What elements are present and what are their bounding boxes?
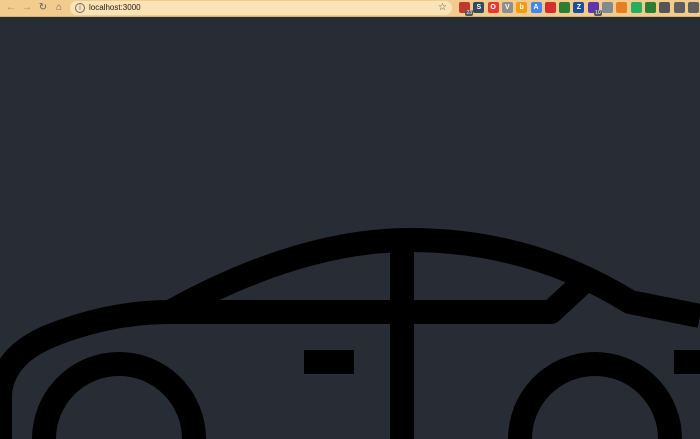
car-front-light	[674, 350, 700, 374]
reload-icon[interactable]: ↻	[36, 1, 50, 15]
browser-toolbar: ← → ↻ ⌂ i localhost:3000 ☆ 23 S O Vb A Z 10	[0, 0, 700, 17]
url-text[interactable]: localhost:3000	[89, 2, 141, 14]
v-extension-glyph: V	[505, 4, 510, 11]
map-pin-extension-icon[interactable]	[644, 2, 656, 13]
info-icon[interactable]: i	[75, 3, 85, 13]
z-extension-icon[interactable]: Z	[573, 2, 585, 13]
pinwheel-extension-icon[interactable]	[616, 2, 628, 13]
car-outline-icon	[0, 228, 700, 439]
s-extension-icon[interactable]: S	[473, 2, 485, 13]
calendar-extension-icon[interactable]: 23	[459, 2, 473, 16]
box-extension-icon[interactable]	[659, 2, 671, 13]
address-bar[interactable]: i localhost:3000 ☆	[70, 1, 452, 15]
opera-extension-icon[interactable]: O	[487, 2, 499, 13]
translate-extension-icon[interactable]: A	[530, 2, 542, 13]
image-extension-icon[interactable]	[630, 2, 642, 13]
grid-extension-icon[interactable]	[559, 2, 571, 13]
hat-extension-icon[interactable]: 10	[587, 2, 602, 16]
sparkle-extension-icon[interactable]	[602, 2, 613, 13]
b-extension-glyph: b	[519, 4, 524, 11]
opera-extension-glyph: O	[490, 4, 496, 11]
extension-badge: 23	[465, 10, 473, 16]
back-icon[interactable]: ←	[4, 1, 18, 15]
page-content	[0, 17, 700, 439]
red-square-extension-icon[interactable]	[544, 2, 556, 13]
menu-extension-icon[interactable]	[687, 2, 699, 13]
car-body-line	[0, 228, 700, 439]
bookmark-star-icon[interactable]: ☆	[438, 2, 447, 14]
home-icon[interactable]: ⌂	[52, 1, 66, 15]
s-extension-glyph: S	[476, 4, 482, 11]
forward-icon[interactable]: →	[20, 1, 34, 15]
car-door-handle	[304, 350, 354, 374]
puzzle-extension-icon[interactable]	[673, 2, 685, 13]
b-extension-icon[interactable]: b	[516, 2, 528, 13]
v-extension-icon[interactable]: V	[501, 2, 513, 13]
car-rear-wheel	[32, 352, 206, 439]
translate-extension-glyph: A	[533, 4, 539, 11]
z-extension-glyph: Z	[576, 4, 582, 11]
car-front-wheel	[508, 352, 682, 439]
extension-badge: 10	[594, 10, 602, 16]
